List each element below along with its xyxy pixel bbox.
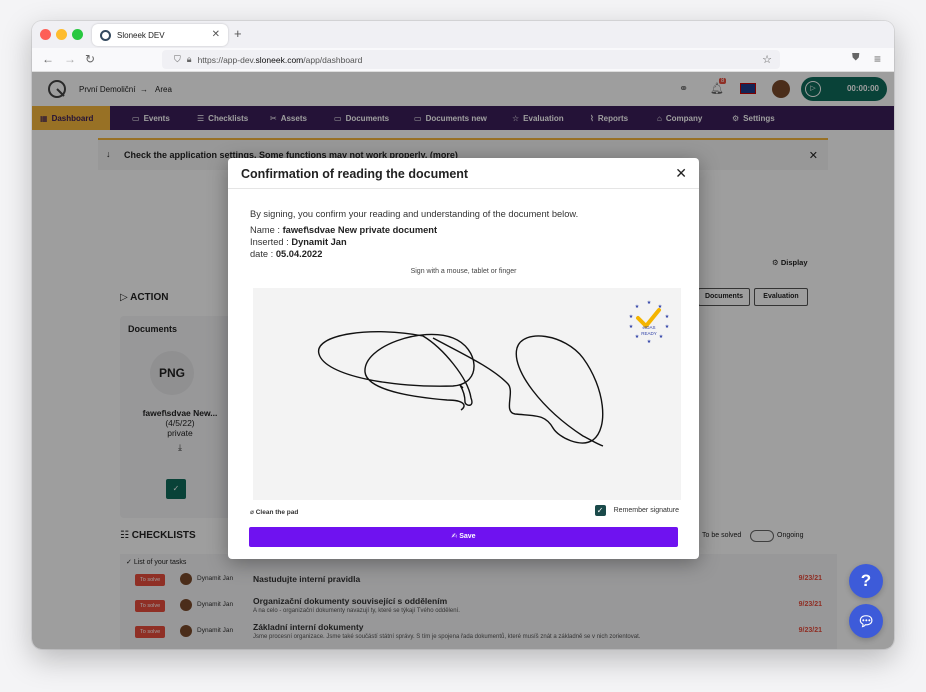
- url-prefix: https://app-dev.: [197, 54, 256, 65]
- name-label: Name :: [250, 225, 280, 235]
- lock-icon: 🔒︎: [186, 54, 192, 64]
- shield-icon: ⛉: [174, 54, 181, 64]
- svg-text:★: ★: [635, 304, 640, 310]
- browser-menu-icon[interactable]: ≡: [874, 52, 881, 66]
- clean-pad-label: Clean the pad: [255, 509, 299, 516]
- eidas-ready-badge-icon: ★★★★★★★★★★: [629, 300, 670, 345]
- eidas-ready-label: READY: [641, 331, 657, 336]
- svg-text:★: ★: [647, 339, 652, 345]
- inserted-value: Dynamit Jan: [291, 237, 347, 247]
- pocket-icon[interactable]: ⛊: [852, 52, 860, 63]
- browser-tab[interactable]: Sloneek DEV ✕: [92, 24, 228, 46]
- clean-pad-button[interactable]: ⌀ Clean the pad: [250, 508, 298, 516]
- sloneek-favicon-icon: [100, 29, 111, 41]
- help-button[interactable]: ?: [849, 564, 883, 598]
- eidas-label: eIDAS: [642, 325, 656, 330]
- back-icon[interactable]: ←: [42, 52, 54, 66]
- forward-icon[interactable]: →: [64, 52, 76, 66]
- date-value: 05.04.2022: [275, 249, 323, 259]
- reload-icon[interactable]: ↻: [85, 52, 95, 66]
- modal-intro: By signing, you confirm your reading and…: [250, 209, 579, 219]
- bookmark-star-icon[interactable]: ☆: [762, 53, 772, 66]
- url-path: /app/dashboard: [303, 54, 363, 65]
- inserted-label: Inserted :: [250, 237, 289, 247]
- remember-signature-checkbox[interactable]: ✓: [594, 505, 606, 516]
- maximize-window-icon[interactable]: [72, 29, 83, 40]
- close-tab-icon[interactable]: ✕: [212, 29, 220, 40]
- url-domain: sloneek.com: [255, 54, 304, 65]
- sign-hint: Sign with a mouse, tablet or finger: [410, 268, 517, 275]
- tab-title: Sloneek DEV: [117, 30, 165, 40]
- name-value: fawef\sdvae New private document: [282, 225, 438, 235]
- chat-button[interactable]: 💬︎: [849, 604, 883, 638]
- close-window-icon[interactable]: [40, 29, 51, 40]
- new-tab-icon[interactable]: +: [234, 26, 242, 41]
- inserted-line: Inserted : Dynamit Jan: [250, 237, 347, 247]
- svg-text:★: ★: [665, 324, 670, 330]
- remember-signature-option[interactable]: ✓ Remember signature: [594, 505, 679, 516]
- sign-confirmation-modal: Confirmation of reading the document ✕ B…: [228, 158, 699, 559]
- browser-toolbar: ← → ↻ ⛉ 🔒︎ https://app-dev. sloneek.com/a…: [32, 48, 894, 72]
- signature-stroke: [318, 331, 604, 447]
- minimize-window-icon[interactable]: [56, 29, 67, 40]
- svg-text:★: ★: [647, 300, 652, 306]
- doc-name-line: Name : fawef\sdvae New private document: [250, 225, 437, 235]
- signature-pad[interactable]: ★ ★ ★ ★ ★ ★ ★ ★ ★ ★ eIDAS READY: [253, 288, 681, 500]
- remember-signature-label: Remember signature: [613, 507, 679, 514]
- browser-tabbar: Sloneek DEV ✕ +: [32, 21, 894, 48]
- svg-text:★: ★: [629, 314, 634, 320]
- svg-text:★: ★: [665, 314, 670, 320]
- save-button[interactable]: ✍ Save: [249, 527, 678, 547]
- modal-divider: [228, 188, 699, 189]
- url-field[interactable]: ⛉ 🔒︎ https://app-dev. sloneek.com/app/das…: [162, 50, 780, 69]
- modal-title: Confirmation of reading the document: [241, 167, 469, 181]
- modal-close-icon[interactable]: ✕: [675, 165, 687, 182]
- date-line: date : 05.04.2022: [250, 249, 322, 259]
- date-label: date :: [250, 249, 274, 259]
- chat-icon: 💬︎: [857, 613, 875, 629]
- save-label: Save: [459, 533, 476, 540]
